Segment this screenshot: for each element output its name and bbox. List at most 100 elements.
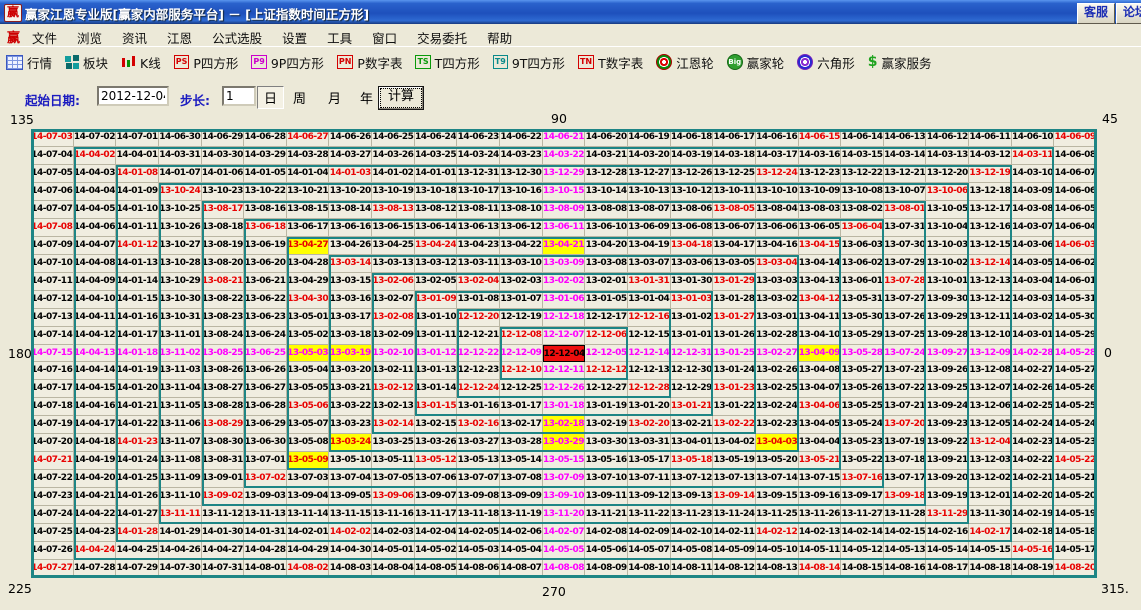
date-cell: 14-01-20: [116, 380, 159, 398]
toolbar-item-t-square[interactable]: TST四方形: [415, 53, 479, 72]
date-cell: 14-05-25: [1054, 398, 1097, 416]
date-cell: 14-08-13: [756, 560, 799, 578]
date-cell: 13-01-06: [543, 291, 586, 309]
toolbar-item-9p-square[interactable]: P99P四方形: [251, 53, 323, 72]
toolbar-item-winner-service[interactable]: $赢家服务: [868, 53, 932, 72]
date-cell: 13-07-13: [713, 470, 756, 488]
start-date-input[interactable]: [97, 86, 169, 106]
date-cell: 14-02-15: [884, 524, 927, 542]
toolbar-item-label: 9T四方形: [512, 53, 565, 72]
date-cell: 14-05-13: [884, 542, 927, 560]
calculate-button[interactable]: 计算: [378, 86, 424, 110]
date-cell: 14-06-09: [1054, 129, 1097, 147]
date-cell: 13-11-25: [756, 506, 799, 524]
date-cell: 13-04-01: [671, 434, 714, 452]
date-cell: 13-02-18: [543, 416, 586, 434]
date-cell: 13-03-04: [756, 255, 799, 273]
date-cell: 14-05-22: [1054, 452, 1097, 470]
toolbar-item-hexagon[interactable]: 六角形: [797, 53, 855, 72]
date-cell: 14-03-12: [969, 147, 1012, 165]
date-cell: 14-08-20: [1054, 560, 1097, 578]
menu-item-file[interactable]: 文件: [22, 27, 67, 48]
menu-item-browse[interactable]: 浏览: [67, 27, 112, 48]
date-cell: 14-07-29: [116, 560, 159, 578]
date-cell: 14-07-12: [31, 291, 74, 309]
date-cell: 13-08-29: [202, 416, 245, 434]
menu-item-help[interactable]: 帮助: [477, 27, 522, 48]
menu-item-formula-picker[interactable]: 公式选股: [202, 27, 272, 48]
date-cell: 12-12-11: [543, 362, 586, 380]
date-cell: 14-03-29: [244, 147, 287, 165]
date-cell: 13-07-05: [372, 470, 415, 488]
date-cell: 14-07-13: [31, 309, 74, 327]
date-cell: 14-04-21: [74, 488, 117, 506]
date-cell: 13-11-09: [159, 470, 202, 488]
date-cell: 14-01-02: [372, 165, 415, 183]
toolbar-item-kline[interactable]: K线: [121, 53, 161, 72]
date-cell: 14-05-10: [756, 542, 799, 560]
date-cell: 14-01-08: [116, 165, 159, 183]
date-cell: 14-02-13: [799, 524, 842, 542]
date-cell: 13-08-23: [202, 309, 245, 327]
period-option-month[interactable]: 月: [328, 88, 341, 107]
date-cell: 13-05-01: [287, 309, 330, 327]
toolbar-item-p-table[interactable]: PNP数字表: [337, 53, 403, 72]
toolbar-item-p-square[interactable]: PSP四方形: [174, 53, 239, 72]
date-cell: 14-06-01: [1054, 273, 1097, 291]
forum-button[interactable]: 论坛: [1116, 3, 1141, 24]
date-cell: 14-08-02: [287, 560, 330, 578]
date-cell: 13-08-24: [202, 327, 245, 345]
date-cell: 14-07-23: [31, 488, 74, 506]
menu-item-gann[interactable]: 江恩: [157, 27, 202, 48]
period-option-year[interactable]: 年: [360, 88, 373, 107]
toolbar-item-gann-wheel[interactable]: 江恩轮: [656, 53, 714, 72]
customer-service-button[interactable]: 客服: [1077, 3, 1115, 24]
period-option-day[interactable]: 日: [257, 86, 284, 109]
date-cell: 13-04-04: [799, 434, 842, 452]
toolbar-item-winner-wheel[interactable]: Big赢家轮: [727, 53, 785, 72]
date-cell: 13-07-15: [799, 470, 842, 488]
menu-item-tools[interactable]: 工具: [317, 27, 362, 48]
date-cell: 14-06-12: [926, 129, 969, 147]
date-cell: 14-07-15: [31, 345, 74, 363]
date-cell: 14-07-09: [31, 237, 74, 255]
menu-item-window[interactable]: 窗口: [362, 27, 407, 48]
date-cell: 14-08-04: [372, 560, 415, 578]
date-cell: 14-05-20: [1054, 488, 1097, 506]
toolbar-item-t-table[interactable]: TNT数字表: [578, 53, 643, 72]
date-cell: 12-12-28: [628, 380, 671, 398]
menu-item-news[interactable]: 资讯: [112, 27, 157, 48]
date-cell: 13-05-05: [287, 380, 330, 398]
date-cell: 14-04-06: [74, 219, 117, 237]
date-cell: 14-01-31: [244, 524, 287, 542]
date-cell: 12-12-16: [628, 309, 671, 327]
date-cell: 13-12-20: [926, 165, 969, 183]
date-cell: 14-06-22: [500, 129, 543, 147]
date-cell: 13-08-06: [671, 201, 714, 219]
date-cell: 14-03-31: [159, 147, 202, 165]
date-cell: 14-04-03: [74, 165, 117, 183]
date-cell: 13-06-11: [543, 219, 586, 237]
date-cell: 13-09-11: [585, 488, 628, 506]
date-cell: 14-07-17: [31, 380, 74, 398]
period-option-week[interactable]: 周: [293, 88, 306, 107]
date-cell: 12-12-25: [500, 380, 543, 398]
date-cell: 13-05-24: [841, 416, 884, 434]
menu-item-trade[interactable]: 交易委托: [407, 27, 477, 48]
toolbar-item-sectors[interactable]: 板块: [65, 53, 108, 72]
date-cell: 13-02-12: [372, 380, 415, 398]
date-cell: 13-10-13: [628, 183, 671, 201]
menu-item-settings[interactable]: 设置: [272, 27, 317, 48]
step-input[interactable]: [222, 86, 256, 106]
date-cell: 13-04-30: [287, 291, 330, 309]
date-cell: 13-01-13: [415, 362, 458, 380]
date-cell: 13-02-21: [671, 416, 714, 434]
date-cell: 13-04-12: [799, 291, 842, 309]
date-cell: 13-07-01: [244, 452, 287, 470]
date-cell: 14-08-09: [585, 560, 628, 578]
toolbar-item-9t-square[interactable]: T99T四方形: [493, 53, 565, 72]
date-cell: 13-03-26: [415, 434, 458, 452]
toolbar-item-quotes[interactable]: 行情: [6, 53, 52, 72]
date-cell: 13-12-16: [969, 219, 1012, 237]
date-cell: 14-02-14: [841, 524, 884, 542]
